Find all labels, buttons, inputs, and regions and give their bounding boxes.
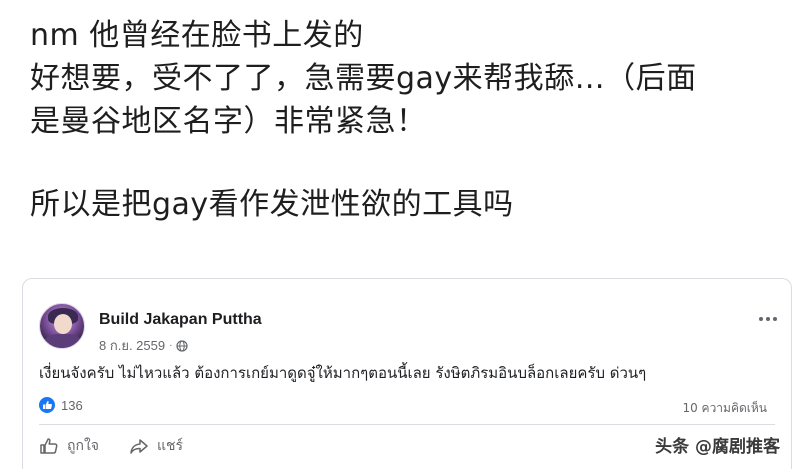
- post-author[interactable]: Build Jakapan Puttha: [99, 311, 262, 329]
- like-label: ถูกใจ: [67, 438, 99, 454]
- more-dot: [773, 317, 777, 321]
- like-button[interactable]: ถูกใจ: [39, 435, 99, 457]
- caption-line-1: nm 他曾经在脸书上发的: [30, 18, 364, 53]
- post-actions: ถูกใจ แชร์: [39, 435, 183, 457]
- reaction-summary[interactable]: 136: [39, 397, 83, 413]
- divider: [39, 424, 775, 425]
- watermark: 头条 @腐剧推客: [655, 437, 780, 457]
- caption-line-2: 好想要，受不了了，急需要gay来帮我舔…（后面: [30, 61, 697, 96]
- post-meta: 8 ก.ย. 2559 ·: [99, 335, 189, 356]
- meta-separator: ·: [169, 340, 173, 351]
- avatar[interactable]: [39, 303, 85, 349]
- reaction-count: 136: [61, 397, 83, 413]
- caption-line-3: 是曼谷地区名字）非常紧急！: [30, 104, 427, 139]
- post-text: เงี่ยนจังครับ ไม่ไหวแล้ว ต้องการเกย์มาดู…: [39, 364, 647, 382]
- more-icon[interactable]: [759, 317, 777, 321]
- comment-count[interactable]: 10 ความคิดเห็น: [682, 399, 767, 418]
- share-button[interactable]: แชร์: [129, 435, 183, 457]
- caption-gap: [30, 143, 790, 183]
- more-dot: [759, 317, 763, 321]
- thumbs-up-icon: [40, 438, 58, 454]
- like-icon: [39, 397, 55, 413]
- avatar-body: [44, 334, 82, 348]
- more-dot: [766, 317, 770, 321]
- avatar-face: [54, 314, 72, 334]
- caption-line-4: 所以是把gay看作发泄性欲的工具吗: [30, 187, 514, 222]
- globe-icon: [176, 339, 189, 352]
- caption: nm 他曾经在脸书上发的 好想要，受不了了，急需要gay来帮我舔…（后面 是曼谷…: [30, 14, 790, 226]
- share-label: แชร์: [157, 438, 184, 454]
- post-date[interactable]: 8 ก.ย. 2559: [99, 335, 165, 356]
- share-icon: [130, 439, 148, 454]
